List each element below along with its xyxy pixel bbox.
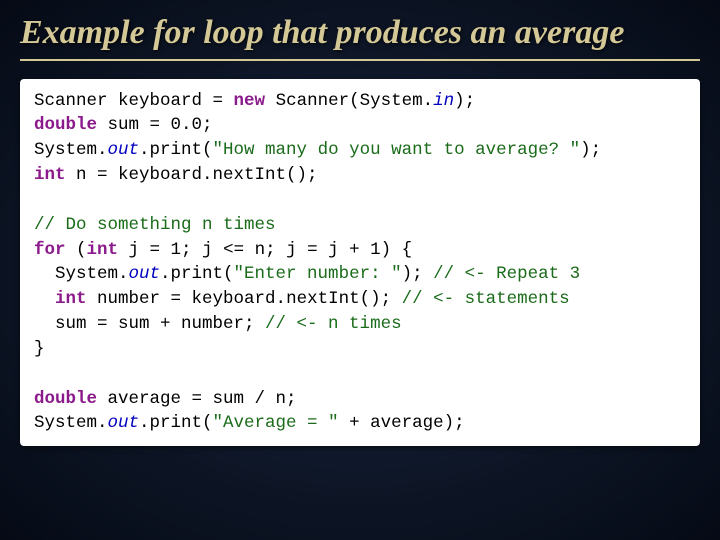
code-line-7: System.out.print("Enter number: "); // <… <box>34 264 580 284</box>
code-line-5: // Do something n times <box>34 215 276 235</box>
code-line-8: int number = keyboard.nextInt(); // <- s… <box>34 289 570 309</box>
slide-title: Example for loop that produces an averag… <box>20 12 700 61</box>
code-line-10: } <box>34 339 45 359</box>
code-line-11: double average = sum / n; <box>34 389 297 409</box>
code-block: Scanner keyboard = new Scanner(System.in… <box>20 79 700 447</box>
code-line-12: System.out.print("Average = " + average)… <box>34 413 465 433</box>
slide: Example for loop that produces an averag… <box>0 0 720 540</box>
code-line-6: for (int j = 1; j <= n; j = j + 1) { <box>34 240 412 260</box>
code-line-3: System.out.print("How many do you want t… <box>34 140 601 160</box>
code-line-9: sum = sum + number; // <- n times <box>34 314 402 334</box>
code-line-2: double sum = 0.0; <box>34 115 213 135</box>
code-line-4: int n = keyboard.nextInt(); <box>34 165 318 185</box>
code-line-1: Scanner keyboard = new Scanner(System.in… <box>34 91 475 111</box>
